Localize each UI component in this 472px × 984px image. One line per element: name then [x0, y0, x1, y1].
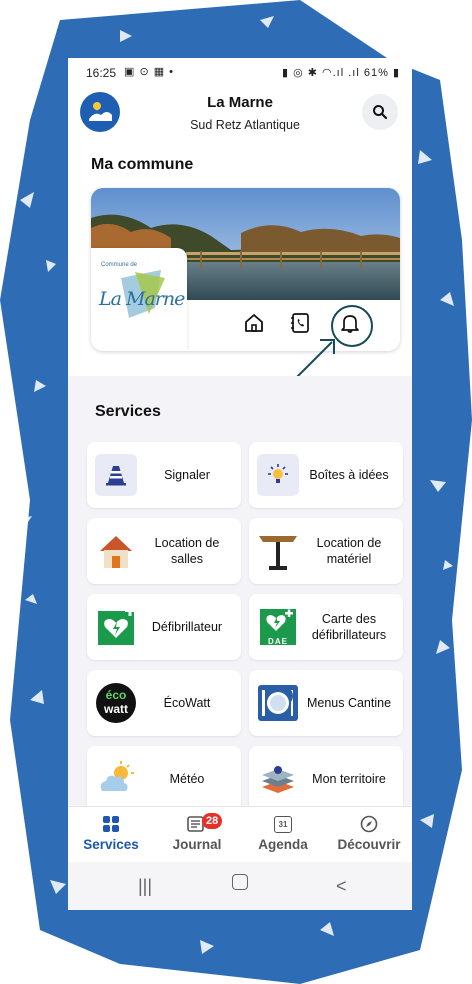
page-title: La Marne	[207, 94, 273, 111]
service-label: Mon territoire	[312, 772, 386, 786]
battery-level: 61%	[363, 67, 389, 79]
commune-card[interactable]: Commune de La Marne	[91, 188, 400, 351]
status-bar: 16:25 ▣ ⊙ ▦ • ▮ ◎ ✱ ◠.ıl .ıl 61% ▮	[68, 58, 412, 86]
service-label: Signaler	[164, 468, 210, 482]
ecowatt-logo-line1: éco	[105, 688, 127, 702]
home-circle-icon[interactable]	[232, 874, 248, 895]
nav-label: Services	[83, 837, 139, 852]
table-icon	[257, 530, 299, 572]
status-signal-icons: ▮ ◎ ✱ ◠.ıl .ıl	[281, 67, 360, 79]
section-title-ma-commune: Ma commune	[91, 156, 194, 173]
service-tile-mon-territoire[interactable]: Mon territoire	[249, 746, 403, 812]
cutlery-icon	[257, 682, 299, 724]
ecowatt-logo-line2: watt	[104, 702, 128, 716]
services-section	[68, 376, 412, 806]
home-button[interactable]	[241, 310, 267, 336]
status-system-icons: ▮ ◎ ✱ ◠.ıl .ıl 61% ▮	[282, 66, 400, 79]
bottom-navigation: Services 28 Journal 31 Agenda Découvrir	[68, 806, 412, 863]
nav-label: Agenda	[258, 837, 308, 852]
service-label: ÉcoWatt	[163, 696, 211, 710]
service-tile-location-de-salles[interactable]: Location de salles	[87, 518, 241, 584]
nav-agenda[interactable]: 31 Agenda	[240, 813, 326, 852]
app-header: La Marne Sud Retz Atlantique	[68, 86, 412, 146]
service-tile-meteo[interactable]: Météo	[87, 746, 241, 812]
dae-icon: DAE	[257, 606, 299, 648]
status-time: 16:25	[86, 66, 117, 80]
map-layers-icon	[257, 758, 299, 800]
newspaper-icon	[154, 813, 240, 835]
service-tile-defibrillateur[interactable]: Défibrillateur	[87, 594, 241, 660]
service-tile-ecowatt[interactable]: éco watt ÉcoWatt	[87, 670, 241, 736]
nav-decouvrir[interactable]: Découvrir	[326, 813, 412, 852]
commune-logo-small-text: Commune de	[101, 262, 138, 268]
service-tile-signaler[interactable]: Signaler	[87, 442, 241, 508]
page-subtitle: Sud Retz Atlantique	[190, 118, 300, 132]
service-label: Location de salles	[154, 536, 220, 566]
status-notification-icons: ▣ ⊙ ▦ •	[124, 66, 175, 78]
service-tile-carte-des-defibrillateurs[interactable]: DAE Carte des défibrillateurs	[249, 594, 403, 660]
commune-logo: Commune de La Marne	[91, 248, 187, 351]
journal-badge: 28	[202, 813, 223, 829]
weather-icon	[95, 758, 137, 800]
compass-icon	[326, 813, 412, 835]
dae-label: DAE	[268, 637, 288, 646]
grid-icon	[68, 813, 154, 835]
service-tile-menus-cantine[interactable]: Menus Cantine	[249, 670, 403, 736]
service-label: Location de matériel	[316, 536, 382, 566]
home-icon	[245, 314, 263, 332]
phone-screen: 16:25 ▣ ⊙ ▦ • ▮ ◎ ✱ ◠.ıl .ıl 61% ▮ La Ma…	[68, 58, 412, 910]
search-button[interactable]	[362, 94, 398, 130]
ecowatt-icon: éco watt	[95, 682, 137, 724]
service-tile-location-de-materiel[interactable]: Location de matériel	[249, 518, 403, 584]
service-label: Défibrillateur	[151, 620, 223, 634]
commune-logo-text: La Marne	[99, 288, 185, 310]
calendar-icon: 31	[240, 813, 326, 835]
back-icon[interactable]: <	[336, 876, 347, 897]
search-icon	[373, 105, 388, 120]
lightbulb-icon	[257, 454, 299, 496]
battery-icon: ▮	[392, 67, 400, 79]
service-label: Météo	[169, 772, 205, 786]
service-tile-boites-a-idees[interactable]: Boîtes à idées	[249, 442, 403, 508]
house-icon	[95, 530, 137, 572]
defibrillator-icon	[95, 606, 137, 648]
nav-services[interactable]: Services	[68, 813, 154, 852]
service-label: Menus Cantine	[306, 696, 392, 710]
cone-icon	[95, 454, 137, 496]
services-title: Services	[95, 403, 161, 420]
nav-label: Journal	[172, 837, 222, 852]
nav-label: Découvrir	[337, 837, 401, 852]
calendar-day: 31	[274, 815, 292, 833]
nav-journal[interactable]: 28 Journal	[154, 813, 240, 852]
system-navigation-bar: ||| <	[68, 862, 412, 910]
service-label: Carte des défibrillateurs	[311, 612, 387, 642]
service-label: Boîtes à idées	[309, 468, 389, 482]
recent-apps-icon[interactable]: |||	[138, 876, 152, 897]
